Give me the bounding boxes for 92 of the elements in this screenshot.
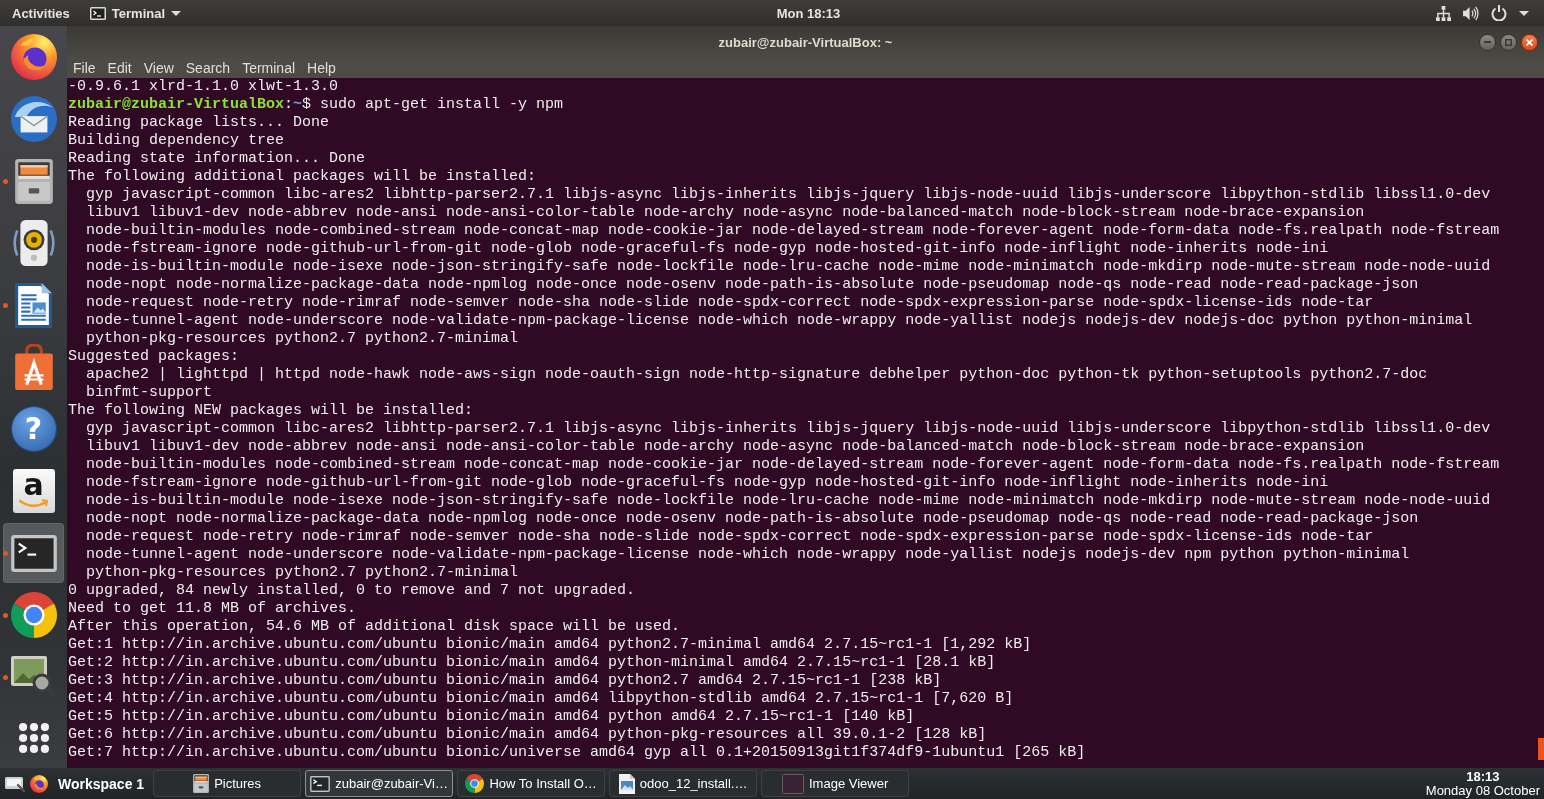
- terminal-icon: [310, 775, 331, 792]
- window-task-button[interactable]: Image Viewer: [761, 770, 910, 797]
- terminal-output-line: node-nopt node-normalize-package-data node-npmlog node-once node-osenv node-path-is-absolute node-pseudomap node-qs node-read node-read-package-json: [85, 510, 1419, 528]
- terminal-output-line: 0 upgraded, 84 newly installed, 0 to remove and 7 not upgraded.: [68, 582, 636, 600]
- terminal-output-line: Get:4 http://in.archive.ubuntu.com/ubuntu bionic/main amd64 libpython-stdlib amd64 2.7.15~rc1-1 [7,620 B]: [68, 690, 1014, 708]
- terminal-output-line: node-request node-retry node-rimraf node-semver node-sha node-slide node-spdx-correct node-spdx-expression-parse node-spdx-license-ids node-tar: [85, 528, 1374, 546]
- terminal-output-line: Need to get 11.8 MB of archives.: [68, 600, 357, 618]
- terminal-output-line: node-tunnel-agent node-underscore node-validate-npm-package-license node-which node-wrappy node-yallist nodejs nodejs-dev nodejs-doc python python-minimal: [85, 312, 1473, 330]
- terminal-output-line: Reading state information... Done: [68, 150, 366, 168]
- clock-date: Monday 08 October: [1425, 783, 1540, 798]
- volume-icon: [1463, 5, 1479, 21]
- image-file-icon: [618, 773, 635, 794]
- terminal-output-line: node-builtin-modules node-combined-stream node-concat-map node-cookie-jar node-delayed-stream node-forever-agent node-form-data node-fs.realpath node-fstream: [85, 456, 1500, 474]
- photo-magnifier-icon: [10, 656, 57, 698]
- app-launcher-button[interactable]: a: [3, 461, 64, 521]
- terminal-output-line: gyp javascript-common libc-ares2 libhttp-parser2.7.1 libjs-async libjs-inherits libjs-jquery libjs-node-uuid libjs-underscore libpython-stdlib libssl1.0-dev: [85, 186, 1491, 204]
- terminal-output-line: gyp javascript-common libc-ares2 libhttp-parser2.7.1 libjs-async libjs-inherits libjs-jquery libjs-node-uuid libjs-underscore libpython-stdlib libssl1.0-dev: [85, 420, 1491, 438]
- launcher-button[interactable]: [30, 774, 48, 793]
- terminal-output-line: node-tunnel-agent node-underscore node-validate-npm-package-license node-which node-wrappy node-yallist nodejs nodejs-dev npm python python-minimal: [85, 546, 1410, 564]
- terminal-prompt-line: zubair@zubair-VirtualBox:~$ sudo apt-get install -y npm: [68, 96, 564, 114]
- bird-envelope-icon: [10, 96, 57, 142]
- app-menu-button[interactable]: Terminal: [82, 0, 188, 26]
- terminal-output-line: libuv1 libuv1-dev node-abbrev node-ansi node-ansi-color-table node-archy node-async node-balanced-match node-block-stream node-brace-expansion: [85, 438, 1365, 456]
- minimize-button[interactable]: [1479, 33, 1496, 51]
- terminal-output-line: python-pkg-resources python2.7 python2.7-minimal: [85, 564, 519, 582]
- speaker-icon: [12, 220, 55, 266]
- close-icon: [1526, 38, 1533, 46]
- show-desktop-button[interactable]: [5, 775, 25, 792]
- terminal-output-line: The following NEW packages will be installed:: [68, 402, 474, 420]
- app-grid-icon: [18, 723, 49, 753]
- app-launcher-button[interactable]: [3, 523, 64, 583]
- terminal-output-line: After this operation, 54.6 MB of additional disk space will be used.: [68, 618, 681, 636]
- shopping-bag-icon: [14, 344, 53, 390]
- fox-globe-icon: [30, 774, 48, 793]
- terminal-output-line: node-is-builtin-module node-isexe node-json-stringify-safe node-lockfile node-lru-cache node-mime node-minimatch node-mkdirp node-mute-stream node-node-uuid: [85, 258, 1491, 276]
- window-thumbnail-icon: [782, 773, 804, 794]
- menu-item[interactable]: Help: [301, 58, 342, 78]
- clock-button[interactable]: Mon 18:13: [770, 0, 847, 26]
- window-title: zubair@zubair-VirtualBox: ~: [718, 34, 893, 50]
- terminal-output-line: node-request node-retry node-rimraf node-semver node-sha node-slide node-spdx-correct node-spdx-expression-parse node-spdx-license-ids node-tar: [85, 294, 1374, 312]
- a-logo-icon: a: [12, 469, 55, 513]
- menu-item[interactable]: Search: [179, 58, 237, 78]
- close-button[interactable]: [1521, 33, 1538, 51]
- activities-button[interactable]: Activities: [0, 0, 81, 26]
- terminal-output-line: node-is-builtin-module node-isexe node-json-stringify-safe node-lockfile node-lru-cache node-mime node-minimatch node-mkdirp node-mute-stream node-node-uuid: [85, 492, 1491, 510]
- network-icon: [1436, 5, 1451, 21]
- terminal-output-line: Get:3 http://in.archive.ubuntu.com/ubuntu bionic/main amd64 python2.7 amd64 2.7.15~rc1-1 [238 kB]: [68, 672, 942, 690]
- fox-globe-icon: [10, 34, 57, 80]
- terminal-output-line: Get:6 http://in.archive.ubuntu.com/ubuntu bionic/main amd64 python-pkg-resources all 39.0.1-2 [128 kB]: [68, 726, 987, 744]
- terminal-output-line: Get:2 http://in.archive.ubuntu.com/ubuntu bionic/main amd64 python-minimal amd64 2.7.15~rc1-1 [28.1 kB]: [68, 654, 996, 672]
- caret-icon: [1519, 10, 1529, 16]
- terminal-output-line: node-fstream-ignore node-github-url-from-git node-glob node-graceful-fs node-gyp node-hosted-git-info node-inflight node-inherits node-ini: [85, 474, 1329, 492]
- terminal-output-line: -0.9.6.1 xlrd-1.1.0 xlwt-1.3.0: [68, 78, 339, 96]
- terminal-output-line: Get:5 http://in.archive.ubuntu.com/ubuntu bionic/main amd64 python amd64 2.7.15~rc1-1 [140 kB]: [68, 708, 915, 726]
- terminal-output-line: Get:7 http://in.archive.ubuntu.com/ubuntu bionic/universe amd64 gyp all 0.1+20150913git1f374df9-1ubuntu1 [265 kB]: [68, 744, 1086, 762]
- tricolor-circle-icon: [10, 592, 57, 638]
- workspace-switcher[interactable]: Workspace 1: [58, 773, 145, 794]
- desktop-icon: [5, 775, 25, 792]
- terminal-icon: [89, 6, 106, 20]
- terminal-output-line: node-nopt node-normalize-package-data node-npmlog node-once node-osenv node-path-is-absolute node-pseudomap node-qs node-read node-read-package-json: [85, 276, 1419, 294]
- menu-item[interactable]: View: [137, 58, 180, 78]
- scrollbar-thumb[interactable]: [1538, 738, 1544, 760]
- window-task-button[interactable]: Pictures: [153, 770, 302, 797]
- terminal-output-line: python-pkg-resources python2.7 python2.7-minimal: [85, 330, 519, 348]
- file-cabinet-icon: [193, 774, 210, 793]
- menu-item[interactable]: File: [67, 58, 102, 78]
- caret-icon: [171, 10, 182, 16]
- menu-item[interactable]: Terminal: [236, 58, 302, 78]
- maximize-icon: [1505, 38, 1512, 46]
- terminal-output-line: node-fstream-ignore node-github-url-from-git node-glob node-graceful-fs node-gyp node-hosted-git-info node-inflight node-inherits node-ini: [85, 240, 1329, 258]
- terminal-output-line: binfmt-support: [85, 384, 213, 402]
- window-task-button[interactable]: zubair@zubair-Vi…: [305, 770, 454, 797]
- terminal-output-line: Get:1 http://in.archive.ubuntu.com/ubuntu bionic/main amd64 python2.7-minimal amd64 2.7.15~rc1-1 [1,292 kB]: [68, 636, 1032, 654]
- file-cabinet-icon: [14, 158, 53, 204]
- terminal-output-line: Suggested packages:: [68, 348, 240, 366]
- terminal-output-line: The following additional packages will be installed:: [68, 168, 537, 186]
- terminal-output-line: Reading package lists... Done: [68, 114, 330, 132]
- tricolor-circle-icon: [465, 774, 485, 793]
- terminal-output-line: node-builtin-modules node-combined-stream node-concat-map node-cookie-jar node-delayed-stream node-forever-agent node-form-data node-fs.realpath node-fstream: [85, 222, 1500, 240]
- clock-time: 18:13: [1466, 769, 1500, 784]
- power-icon: [1491, 5, 1507, 21]
- terminal-output-line: libuv1 libuv1-dev node-abbrev node-ansi node-ansi-color-table node-archy node-async node-balanced-match node-block-stream node-brace-expansion: [85, 204, 1365, 222]
- window-task-button[interactable]: How To Install O…: [457, 770, 606, 797]
- help-icon: ?: [11, 407, 56, 451]
- terminal-icon: [10, 534, 57, 572]
- terminal-output-line: Building dependency tree: [68, 132, 285, 150]
- maximize-button[interactable]: [1500, 33, 1517, 51]
- minimize-icon: [1484, 41, 1491, 43]
- document-icon: [15, 282, 52, 328]
- menu-item[interactable]: Edit: [101, 58, 138, 78]
- window-task-button[interactable]: odoo_12_install.…: [609, 770, 758, 797]
- terminal-output-line: apache2 | lighttpd | httpd node-hawk node-aws-sign node-oauth-sign node-http-signature debhelper python-doc python-tk python-setuptools python2.7-doc: [85, 366, 1428, 384]
